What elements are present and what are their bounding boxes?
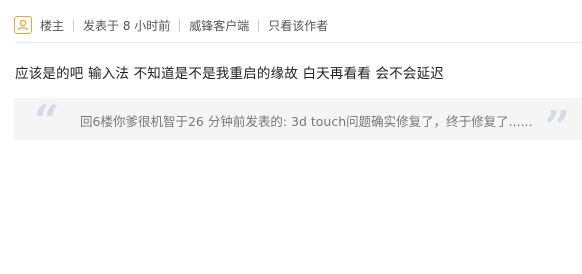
quote-close-icon: ”	[544, 102, 570, 153]
meta-divider	[258, 18, 260, 32]
post-content: 应该是的吧 输入法 不知道是不是我重启的缘故 白天再看看 会不会延迟	[15, 66, 444, 82]
meta-divider-line	[14, 42, 582, 43]
post-meta-bar: 楼主 发表于 8 小时前 威锋客户端 只看该作者	[14, 12, 582, 38]
meta-divider	[179, 18, 181, 32]
quote-text: 回6楼你爹很机智于26 分钟前发表的: 3d touch问题确实修复了，终于修复…	[80, 114, 533, 129]
louzhu-icon	[14, 16, 32, 34]
forum-post: 楼主 发表于 8 小时前 威锋客户端 只看该作者 应该是的吧 输入法 不知道是不…	[0, 0, 582, 274]
posted-time: 发表于 8 小时前	[83, 18, 171, 33]
quote-block: “ 回6楼你爹很机智于26 分钟前发表的: 3d touch问题确实修复了，终于…	[14, 98, 582, 150]
only-author-link[interactable]: 只看该作者	[268, 17, 328, 34]
client-link[interactable]: 威锋客户端	[189, 17, 249, 34]
author-label[interactable]: 楼主	[40, 17, 64, 34]
meta-divider	[73, 18, 75, 32]
quote-open-icon: “	[34, 96, 60, 147]
